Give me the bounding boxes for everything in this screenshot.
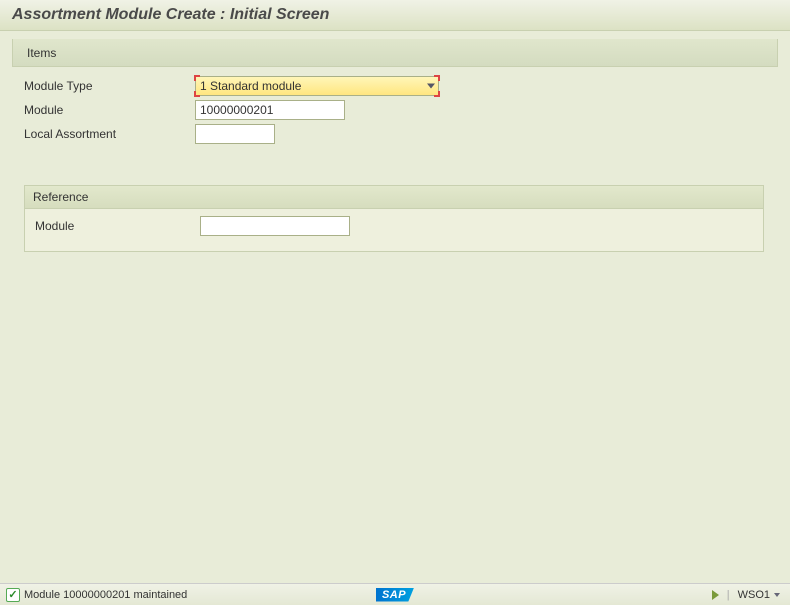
field-row-reference-module: Module (25, 215, 763, 237)
separator: | (725, 589, 732, 601)
module-type-select[interactable] (195, 76, 439, 96)
required-corner-icon (194, 75, 200, 81)
reference-panel-title: Reference (25, 186, 763, 209)
success-check-icon: ✓ (6, 588, 20, 602)
toolbar: Items (12, 39, 778, 67)
status-center: SAP (376, 588, 414, 602)
required-corner-icon (434, 75, 440, 81)
field-row-module: Module (20, 99, 774, 121)
local-assortment-input[interactable] (195, 124, 275, 144)
module-input[interactable] (195, 100, 345, 120)
chevron-down-icon (774, 593, 780, 597)
page-title: Assortment Module Create : Initial Scree… (0, 0, 790, 31)
status-message: Module 10000000201 maintained (24, 589, 187, 601)
field-row-module-type: Module Type (20, 75, 774, 97)
play-icon[interactable] (712, 590, 719, 600)
reference-panel-body: Module (25, 209, 763, 251)
label-module-type: Module Type (20, 79, 195, 93)
label-module: Module (20, 103, 195, 117)
label-local-assortment: Local Assortment (20, 127, 195, 141)
sap-logo: SAP (376, 588, 414, 602)
module-type-select-wrap (195, 76, 439, 96)
status-message-area: ✓ Module 10000000201 maintained (6, 588, 712, 602)
toolbar-item-items[interactable]: Items (23, 44, 60, 62)
label-reference-module: Module (25, 219, 200, 233)
reference-module-input[interactable] (200, 216, 350, 236)
status-right: | WSO1 (712, 589, 784, 601)
tcode-label: WSO1 (738, 589, 770, 601)
required-corner-icon (434, 91, 440, 97)
required-corner-icon (194, 91, 200, 97)
tcode-dropdown[interactable]: WSO1 (738, 589, 784, 601)
status-bar: ✓ Module 10000000201 maintained SAP | WS… (0, 583, 790, 605)
field-row-local-assortment: Local Assortment (20, 123, 774, 145)
reference-panel: Reference Module (24, 185, 764, 252)
content-area: Module Type Module Local Assortment Refe… (0, 67, 790, 260)
